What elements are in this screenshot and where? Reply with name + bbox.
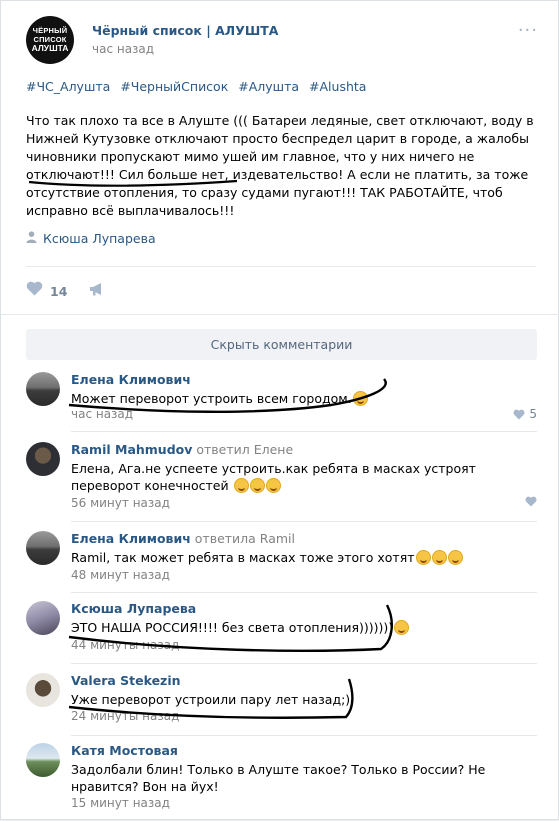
signer-name: Ксюша Лупарева: [43, 231, 156, 246]
laugh-emoji-icon: [249, 478, 265, 493]
comment: Ксюша Лупарева ЭТО НАША РОССИЯ!!!! без с…: [26, 601, 537, 664]
logo-line: СПИСОК: [33, 34, 67, 44]
laugh-emoji-icon: [431, 550, 447, 565]
tongue-emoji-icon: [394, 620, 410, 635]
hashtags: #ЧС_Алушта #ЧерныйСписок #Алушта #Alusht…: [26, 79, 372, 94]
post-signer[interactable]: Ксюша Лупарева: [26, 231, 156, 246]
comment-author-line: Ramil Mahmudov ответил Елене: [71, 442, 293, 457]
comment: Valera Stekezin Уже переворот устроили п…: [26, 673, 537, 736]
person-icon: [26, 231, 37, 246]
comment-time[interactable]: 56 минут назад: [71, 496, 170, 510]
comment-author-line: Катя Мостовая: [71, 743, 178, 758]
comment-text-body: Ramil, так может ребята в масках тоже эт…: [71, 550, 415, 565]
hashtag-link[interactable]: #ЧС_Алушта: [26, 79, 110, 94]
comment-like[interactable]: [525, 496, 537, 507]
logo-line: АЛУШТА: [31, 43, 69, 54]
comment-author-line: Елена Климович: [71, 372, 191, 387]
author-name[interactable]: Valera Stekezin: [71, 673, 181, 688]
comment-text-body: Может переворот устроить всем городом.: [71, 391, 352, 406]
comment-time[interactable]: 15 минут назад: [71, 796, 170, 810]
post-time[interactable]: час назад: [92, 42, 154, 56]
comment-text: ЭТО НАША РОССИЯ!!!! без света отопления)…: [71, 619, 531, 636]
divider: [71, 521, 537, 522]
comment-time[interactable]: 48 минут назад: [71, 568, 170, 582]
avatar[interactable]: [26, 372, 60, 406]
post-card: ЧЁРНЫЙ СПИСОК АЛУШТА Чёрный список | АЛУ…: [0, 0, 559, 820]
heart-icon: [513, 409, 525, 419]
divider: [71, 735, 537, 736]
comment: Катя Мостовая Задолбали блин! Только в А…: [26, 743, 537, 813]
comment-text: Ramil, так может ребята в масках тоже эт…: [71, 549, 531, 566]
avatar[interactable]: [26, 673, 60, 707]
post-actions: 14: [26, 281, 104, 301]
comment: Елена Климович Может переворот устроить …: [26, 372, 537, 432]
comment-time[interactable]: час назад: [71, 407, 133, 421]
group-name-link[interactable]: Чёрный список | АЛУШТА: [92, 23, 278, 38]
like-count: 14: [50, 283, 68, 299]
comment-text: Может переворот устроить всем городом.: [71, 390, 531, 407]
hide-comments-button[interactable]: Скрыть комментарии: [26, 329, 537, 360]
smile-emoji-icon: [352, 391, 368, 406]
comment-text: Елена, Ага.не успеете устроить.как ребят…: [71, 460, 531, 494]
comment-time[interactable]: 44 минуты назад: [71, 638, 179, 652]
megaphone-icon[interactable]: [89, 282, 104, 300]
heart-icon: [525, 496, 537, 507]
author-name[interactable]: Ramil Mahmudov: [71, 442, 192, 457]
laugh-emoji-icon: [233, 478, 249, 493]
comment-author-line: Елена Климович ответила Ramil: [71, 531, 295, 546]
post-text: Что так плохо та все в Алуште ((( Батаре…: [26, 113, 534, 218]
laugh-emoji-icon: [415, 550, 431, 565]
divider: [71, 663, 537, 664]
divider: [71, 431, 537, 432]
hashtag-link[interactable]: #ЧерныйСписок: [120, 79, 228, 94]
divider: [26, 266, 536, 267]
author-name[interactable]: Елена Климович: [71, 372, 191, 387]
comment: Ramil Mahmudov ответил Елене Елена, Ага.…: [26, 442, 537, 522]
comment-text: Задолбали блин! Только в Алуште такое? Т…: [71, 762, 486, 794]
logo-line: ЧЁРНЫЙ: [32, 26, 68, 36]
avatar[interactable]: [26, 442, 60, 476]
author-name[interactable]: Елена Климович: [71, 531, 191, 546]
heart-icon[interactable]: [26, 281, 43, 301]
comment-text: Уже переворот устроили пару лет назад;): [71, 692, 351, 707]
group-avatar[interactable]: ЧЁРНЫЙ СПИСОК АЛУШТА: [26, 16, 74, 64]
divider: [1, 314, 559, 315]
reply-to[interactable]: ответила Ramil: [195, 531, 295, 546]
laugh-emoji-icon: [447, 550, 463, 565]
comment-like[interactable]: 5: [513, 407, 537, 421]
hashtag-link[interactable]: #Алушта: [238, 79, 299, 94]
avatar[interactable]: [26, 601, 60, 635]
hashtag-link[interactable]: #Alushta: [309, 79, 366, 94]
avatar[interactable]: [26, 531, 60, 565]
comment: Елена Климович ответила Ramil Ramil, так…: [26, 531, 537, 593]
more-dots-icon[interactable]: ···: [518, 22, 538, 40]
divider: [71, 592, 537, 593]
comment-time[interactable]: 24 минуты назад: [71, 709, 179, 723]
comment-text-body: ЭТО НАША РОССИЯ!!!! без света отопления)…: [71, 620, 394, 635]
laugh-emoji-icon: [265, 478, 281, 493]
comment-like-count: 5: [529, 407, 537, 421]
author-name[interactable]: Ксюша Лупарева: [71, 601, 196, 616]
author-name[interactable]: Катя Мостовая: [71, 743, 178, 758]
reply-to[interactable]: ответил Елене: [196, 442, 293, 457]
avatar[interactable]: [26, 743, 60, 777]
post-header: ЧЁРНЫЙ СПИСОК АЛУШТА Чёрный список | АЛУ…: [26, 16, 546, 64]
comment-author-line: Valera Stekezin: [71, 673, 181, 688]
comment-author-line: Ксюша Лупарева: [71, 601, 196, 616]
